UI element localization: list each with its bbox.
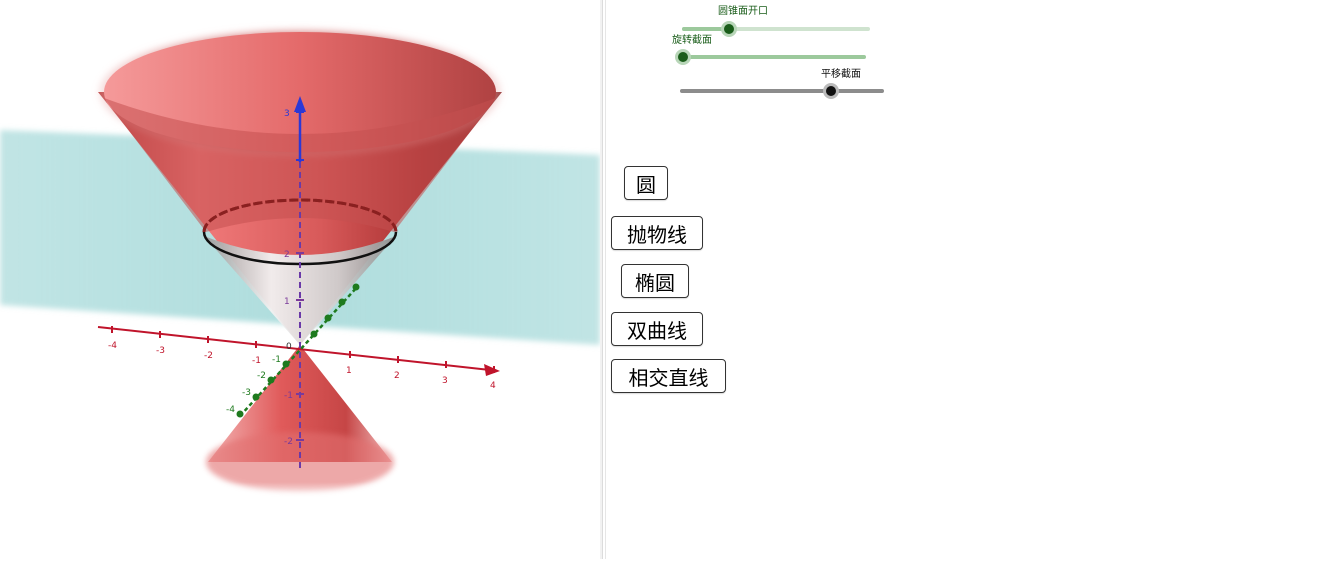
y-tick-point <box>352 283 360 291</box>
parabola-button[interactable]: 抛物线 <box>611 216 703 250</box>
hyperbola-button[interactable]: 双曲线 <box>611 312 703 346</box>
z-tick-label: -1 <box>284 391 293 401</box>
z-tick-label: 3 <box>284 109 290 119</box>
x-tick-label: -2 <box>204 351 213 361</box>
y-tick-point <box>324 314 332 322</box>
panel-divider[interactable] <box>600 0 608 559</box>
slider-translate-section-track[interactable] <box>680 89 884 93</box>
y-tick-point <box>267 376 275 384</box>
cone-scene[interactable]: -4 -3 -2 -1 1 2 3 4 -4 -3 -2 -1 3 2 1 -1 -2 0 <box>0 0 600 561</box>
y-tick-point <box>236 410 244 418</box>
z-tick-label: -2 <box>284 437 293 447</box>
x-tick-label: 1 <box>346 366 352 376</box>
intersecting-lines-button[interactable]: 相交直线 <box>611 359 726 393</box>
graphics-3d-view[interactable]: -4 -3 -2 -1 1 2 3 4 -4 -3 -2 -1 3 2 1 -1 -2 0 <box>0 0 600 561</box>
x-tick-label: 2 <box>394 371 400 381</box>
y-tick-point <box>338 298 346 306</box>
z-tick-label: 2 <box>284 250 290 260</box>
z-tick-label: 1 <box>284 297 290 307</box>
y-tick-label: -2 <box>257 371 266 381</box>
x-tick-label: -3 <box>156 346 165 356</box>
y-tick-label: -3 <box>242 388 251 398</box>
origin-label: 0 <box>286 342 292 352</box>
y-tick-point <box>282 360 290 368</box>
y-tick-point <box>252 393 260 401</box>
slider-cone-opening-label: 圆锥面开口 <box>718 6 768 17</box>
x-tick-label: 4 <box>490 381 496 391</box>
ellipse-button[interactable]: 椭圆 <box>621 264 689 298</box>
x-tick-label: 3 <box>442 376 448 386</box>
x-tick-label: -4 <box>108 341 117 351</box>
controls-panel: 圆锥面开口 旋转截面 平移截面 圆 抛物线 椭圆 双曲线 相交直线 <box>608 0 1334 561</box>
x-axis-arrow <box>484 364 500 376</box>
circle-button[interactable]: 圆 <box>624 166 668 200</box>
slider-rotate-section-track[interactable] <box>682 55 866 59</box>
slider-translate-section-label: 平移截面 <box>821 69 861 80</box>
x-tick-label: -1 <box>252 356 261 366</box>
y-tick-point <box>310 330 318 338</box>
y-tick-label: -4 <box>226 405 235 415</box>
y-tick-label: -1 <box>272 355 281 365</box>
slider-rotate-section-label: 旋转截面 <box>672 35 712 46</box>
slider-translate-section[interactable]: 平移截面 <box>678 62 898 102</box>
slider-translate-section-thumb[interactable] <box>823 83 839 99</box>
